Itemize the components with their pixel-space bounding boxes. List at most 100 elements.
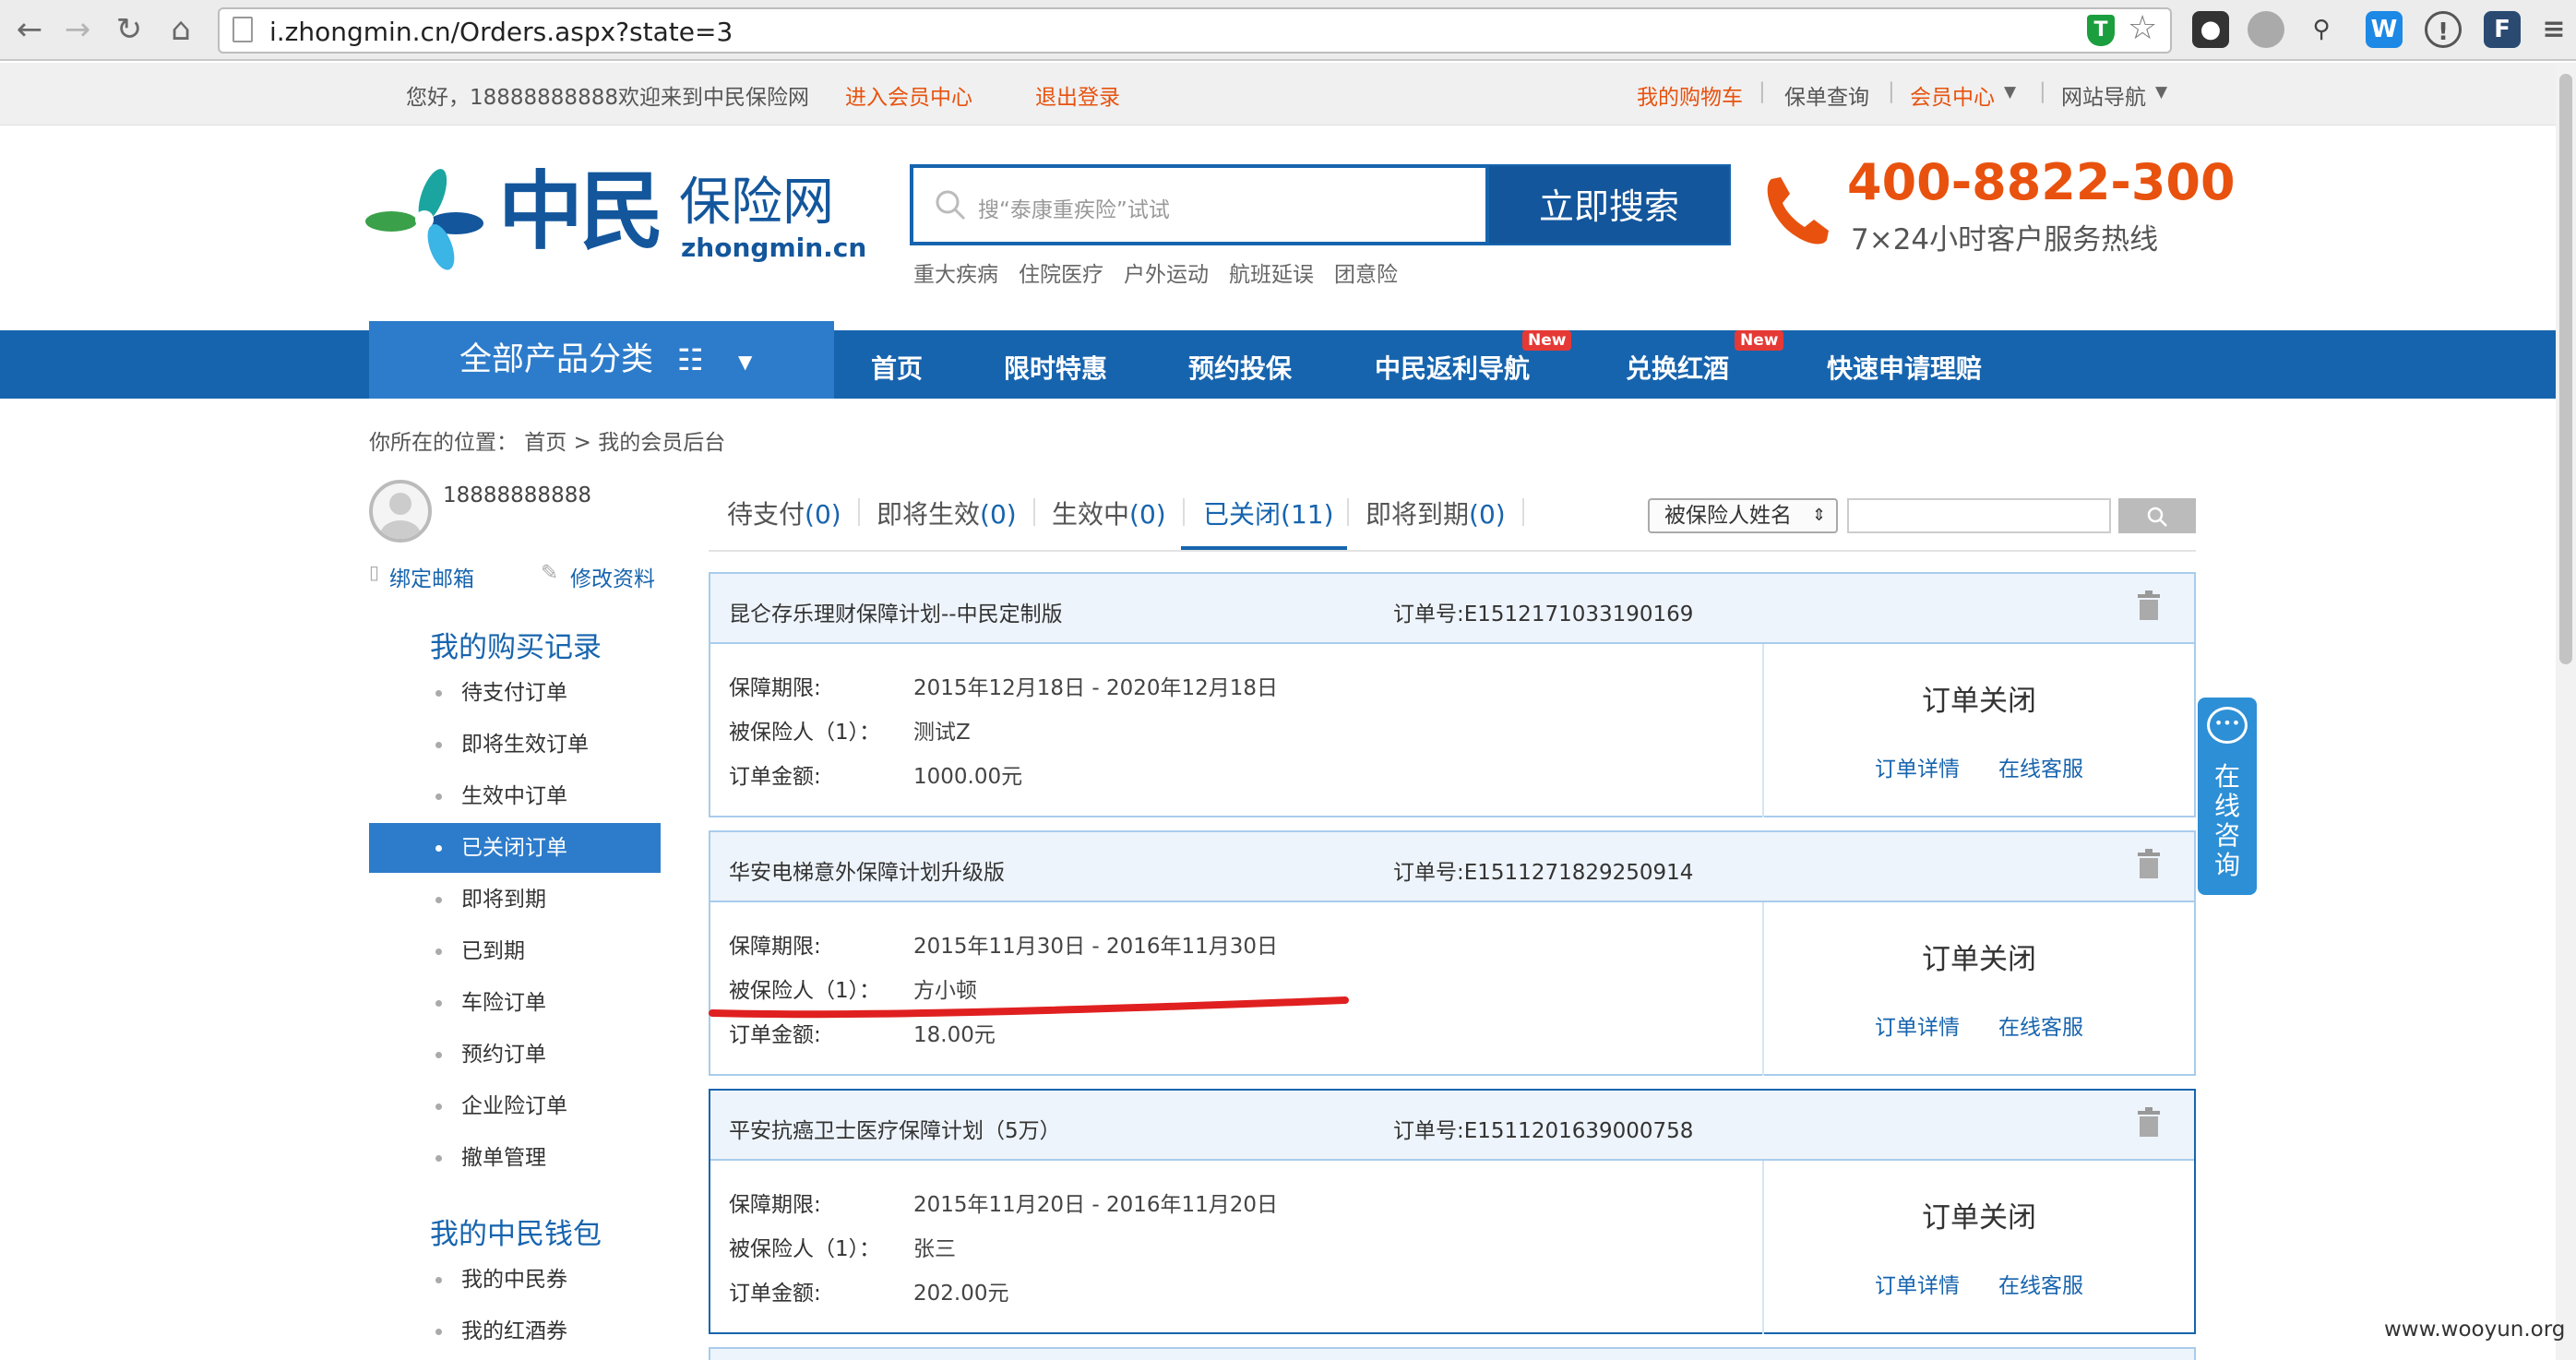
order-card: 华安电梯意外保障计划升级版 订单号:E1511271829250914 保障期限… (709, 830, 2196, 1076)
hot-link[interactable]: 团意险 (1334, 256, 1398, 288)
all-categories-button[interactable]: 全部产品分类 ☷ ▼ (369, 321, 834, 399)
trash-icon[interactable] (2137, 849, 2161, 880)
policy-query-link[interactable]: 保单查询 (1784, 79, 1869, 111)
divider: | (1888, 79, 1895, 103)
f-extension-icon[interactable]: F (2484, 11, 2521, 48)
hotline-caption: 7×24小时客户服务热线 (1851, 223, 2159, 256)
reload-icon[interactable]: ↻ (111, 11, 148, 48)
search-input[interactable]: 搜“泰康重疾险”试试 (910, 164, 1489, 245)
insured-label: 被保险人（1）： (729, 721, 881, 745)
caret-down-icon: ▼ (738, 351, 753, 373)
sidebar-item-expired[interactable]: 已到期 (369, 926, 661, 976)
home-icon[interactable]: ⌂ (162, 11, 199, 48)
shield-icon[interactable]: T (2087, 15, 2115, 46)
url-text: i.zhongmin.cn/Orders.aspx?state=3 (269, 17, 733, 47)
greeting-text: 您好，18888888888欢迎来到中民保险网 (406, 86, 809, 110)
tab-upcoming[interactable]: 即将生效(0) (877, 495, 1017, 531)
order-number: 订单号:E1511201639000758 (1393, 1119, 1694, 1143)
bind-email-link[interactable]: 绑定邮箱 (389, 561, 474, 592)
sidebar-item-car[interactable]: 车险订单 (369, 978, 661, 1028)
online-service-link[interactable]: 在线客服 (1998, 1009, 2083, 1041)
cart-link[interactable]: 我的购物车 (1637, 79, 1743, 111)
hot-link[interactable]: 住院医疗 (1019, 256, 1103, 288)
hot-link[interactable]: 航班延误 (1229, 256, 1314, 288)
nav-item-wine[interactable]: 兑换红酒 (1626, 349, 1729, 386)
sidebar-item-enterprise[interactable]: 企业险订单 (369, 1081, 661, 1131)
filter-select[interactable]: 被保险人姓名 ⇕ (1648, 498, 1838, 533)
divider: | (2039, 79, 2046, 103)
new-badge: New (1735, 330, 1784, 351)
wallet-heading: 我的中民钱包 (430, 1218, 602, 1251)
logo-text: 中民 (498, 162, 664, 261)
scrollbar-thumb[interactable] (2559, 74, 2572, 664)
nav-item-rebate[interactable]: 中民返利导航 (1375, 349, 1530, 386)
circle-extension-icon[interactable] (2248, 11, 2284, 48)
member-menu-link[interactable]: 会员中心 (1910, 79, 1995, 111)
online-consult-label: 在线咨询 (2213, 761, 2240, 880)
chat-bubble-icon: ••• (2207, 707, 2248, 744)
sidebar-item-reserved[interactable]: 预约订单 (369, 1030, 661, 1080)
order-card: 平安抗癌卫士医疗保障计划（5万） 订单号:E1511201639000758 保… (709, 1089, 2196, 1334)
link-extension-icon[interactable]: ⚲ (2303, 11, 2340, 48)
sidebar-item-pending[interactable]: 待支付订单 (369, 668, 661, 718)
online-consult-button[interactable]: ••• 在线咨询 (2198, 698, 2257, 895)
tab-expiring[interactable]: 即将到期(0) (1366, 495, 1506, 531)
order-details-link[interactable]: 订单详情 (1875, 751, 1960, 782)
order-product-name: 平安抗癌卫士医疗保障计划（5万） (729, 1119, 1061, 1143)
divider (1762, 902, 1764, 1076)
search-button[interactable]: 立即搜索 (1487, 164, 1731, 245)
sidebar-item-cancel[interactable]: 撤单管理 (369, 1133, 661, 1183)
sidebar-item-upcoming[interactable]: 即将生效订单 (369, 720, 661, 769)
hot-link[interactable]: 户外运动 (1124, 256, 1209, 288)
edit-profile-link[interactable]: 修改资料 (570, 561, 655, 592)
menu-icon[interactable]: ≡ (2535, 11, 2572, 48)
sidebar-item-closed[interactable]: 已关闭订单 (369, 823, 661, 873)
tab-active[interactable]: 生效中(0) (1052, 495, 1166, 531)
filter-input[interactable] (1847, 498, 2111, 533)
username: 18888888888 (443, 483, 591, 507)
divider: | (1759, 79, 1766, 103)
hot-link[interactable]: 重大疾病 (913, 256, 998, 288)
sidebar-item-coupons[interactable]: 我的中民券 (369, 1255, 661, 1305)
online-service-link[interactable]: 在线客服 (1998, 751, 2083, 782)
back-icon[interactable]: ← (11, 11, 48, 48)
info-extension-icon[interactable]: ! (2425, 11, 2462, 48)
sidebar-item-active[interactable]: 生效中订单 (369, 771, 661, 821)
caret-down-icon: ▼ (2004, 83, 2017, 101)
member-center-link[interactable]: 进入会员中心 (845, 79, 972, 111)
phone-icon (1767, 177, 1829, 245)
online-service-link[interactable]: 在线客服 (1998, 1268, 2083, 1299)
nav-item-reserve[interactable]: 预约投保 (1188, 349, 1292, 386)
spy-extension-icon[interactable]: ● (2192, 11, 2229, 48)
order-header: 昆仑存乐理财保障计划--中民定制版 订单号:E1512171033190169 (710, 574, 2194, 644)
period-label: 保障期限: (729, 935, 821, 959)
period-value: 2015年11月20日 - 2016年11月20日 (913, 1193, 1279, 1217)
amount-label: 订单金额: (729, 1282, 821, 1306)
filter-search-button[interactable] (2118, 498, 2196, 533)
browser-toolbar: ← → ↻ ⌂ i.zhongmin.cn/Orders.aspx?state=… (0, 0, 2576, 61)
tab-closed[interactable]: 已关闭(11) (1203, 495, 1334, 531)
star-icon[interactable]: ☆ (2128, 9, 2157, 47)
select-arrows-icon: ⇕ (1812, 506, 1827, 525)
tab-pending[interactable]: 待支付(0) (727, 495, 841, 531)
order-header: 华安电梯意外保障计划升级版 订单号:E1511271829250914 (710, 832, 2194, 902)
order-product-name: 昆仑存乐理财保障计划--中民定制版 (729, 602, 1063, 626)
nav-item-home[interactable]: 首页 (871, 349, 923, 386)
site-nav-link[interactable]: 网站导航 (2061, 79, 2146, 111)
period-value: 2015年12月18日 - 2020年12月18日 (913, 676, 1279, 700)
order-details-link[interactable]: 订单详情 (1875, 1009, 1960, 1041)
trash-icon[interactable] (2137, 1107, 2161, 1139)
w-extension-icon[interactable]: W (2366, 11, 2403, 48)
logo-domain: zhongmin.cn (681, 233, 867, 263)
nav-item-deals[interactable]: 限时特惠 (1004, 349, 1107, 386)
sidebar-item-expiring[interactable]: 即将到期 (369, 875, 661, 925)
logout-link[interactable]: 退出登录 (1035, 79, 1120, 111)
order-details-link[interactable]: 订单详情 (1875, 1268, 1960, 1299)
page-icon (233, 17, 253, 42)
phone-small-icon: ▯ (369, 561, 380, 583)
nav-item-claims[interactable]: 快速申请理赔 (1827, 349, 1982, 386)
forward-icon[interactable]: → (59, 11, 96, 48)
sidebar-item-wine-coupons[interactable]: 我的红酒券 (369, 1306, 661, 1356)
address-bar[interactable]: i.zhongmin.cn/Orders.aspx?state=3 T ☆ (218, 7, 2172, 54)
trash-icon[interactable] (2137, 591, 2161, 622)
